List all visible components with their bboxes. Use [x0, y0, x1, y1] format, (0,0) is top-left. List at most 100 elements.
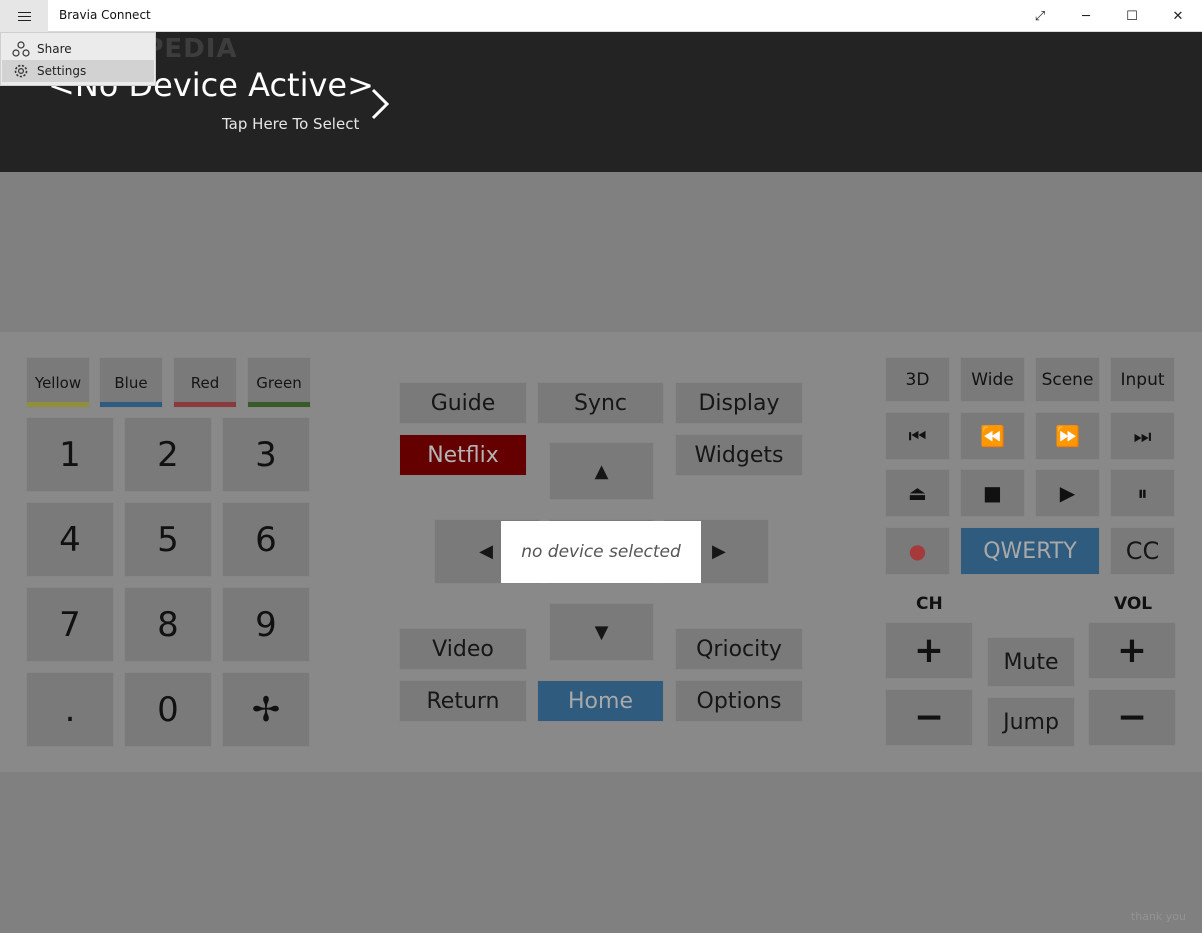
- footer-thanks: thank you: [1130, 910, 1186, 923]
- blue-button[interactable]: Blue: [99, 357, 163, 408]
- button-label: Display: [698, 390, 780, 416]
- digit-5-button[interactable]: 5: [124, 502, 212, 577]
- button-label: 5: [157, 519, 179, 560]
- color-strip: [100, 402, 162, 407]
- fullscreen-button[interactable]: ⤢: [1017, 0, 1063, 32]
- color-strip: [174, 402, 236, 407]
- digit-3-button[interactable]: 3: [222, 417, 310, 492]
- dot-button[interactable]: .: [26, 672, 114, 747]
- button-label: Wide: [971, 369, 1014, 390]
- device-select-hint[interactable]: Tap Here To Select: [222, 115, 359, 133]
- minimize-button[interactable]: ─: [1063, 0, 1109, 32]
- down-button[interactable]: ▼: [549, 603, 654, 661]
- digit-8-button[interactable]: 8: [124, 587, 212, 662]
- close-button[interactable]: ✕: [1155, 0, 1201, 32]
- record-icon: ●: [908, 539, 927, 563]
- green-button[interactable]: Green: [247, 357, 311, 408]
- scene-button[interactable]: Scene: [1035, 357, 1100, 402]
- close-icon: ✕: [1172, 8, 1184, 24]
- fast-forward-button[interactable]: ⏩: [1035, 412, 1100, 460]
- red-button[interactable]: Red: [173, 357, 237, 408]
- volume-down-button[interactable]: −: [1088, 689, 1176, 746]
- button-label: Blue: [114, 373, 148, 392]
- button-label: 3D: [905, 369, 930, 390]
- minimize-icon: ─: [1082, 8, 1090, 24]
- home-button[interactable]: Home: [537, 680, 664, 722]
- button-label: Scene: [1041, 369, 1094, 390]
- color-strip: [27, 402, 89, 407]
- button-label: CC: [1125, 537, 1160, 565]
- button-label: 1: [59, 434, 81, 475]
- button-label: Widgets: [694, 442, 784, 468]
- volume-label: VOL: [1114, 594, 1153, 614]
- channel-label: CH: [916, 594, 943, 614]
- yellow-button[interactable]: Yellow: [26, 357, 90, 408]
- button-label: QWERTY: [983, 538, 1077, 564]
- digit-4-button[interactable]: 4: [26, 502, 114, 577]
- skip-back-button[interactable]: ⏮: [885, 412, 950, 460]
- widgets-button[interactable]: Widgets: [675, 434, 803, 476]
- skip-forward-icon: ⏭: [1133, 424, 1152, 448]
- channel-up-button[interactable]: +: [885, 622, 973, 679]
- device-header[interactable]: SOFTPEDIA <No Device Active> Tap Here To…: [0, 32, 1202, 172]
- move-icon: ✢: [251, 689, 281, 730]
- menu-item-share[interactable]: Share: [2, 38, 154, 60]
- jump-button[interactable]: Jump: [987, 697, 1075, 747]
- digit-9-button[interactable]: 9: [222, 587, 310, 662]
- display-button[interactable]: Display: [675, 382, 803, 424]
- button-label: Return: [426, 688, 500, 714]
- button-label: Green: [256, 373, 302, 392]
- volume-up-button[interactable]: +: [1088, 622, 1176, 679]
- digit-1-button[interactable]: 1: [26, 417, 114, 492]
- netflix-button[interactable]: Netflix: [399, 434, 527, 476]
- button-label: Input: [1120, 369, 1165, 390]
- eject-button[interactable]: ⏏: [885, 469, 950, 517]
- arrow-right-icon: ▶: [712, 541, 726, 562]
- digit-7-button[interactable]: 7: [26, 587, 114, 662]
- menu-item-label: Share: [37, 42, 72, 56]
- maximize-icon: ☐: [1126, 8, 1138, 24]
- stop-icon: ■: [983, 481, 1002, 505]
- qriocity-button[interactable]: Qriocity: [675, 628, 803, 670]
- sync-button[interactable]: Sync: [537, 382, 664, 424]
- digit-6-button[interactable]: 6: [222, 502, 310, 577]
- button-label: 9: [255, 604, 277, 645]
- up-button[interactable]: ▲: [549, 442, 654, 500]
- channel-down-button[interactable]: −: [885, 689, 973, 746]
- button-label: 3: [255, 434, 277, 475]
- skip-forward-button[interactable]: ⏭: [1110, 412, 1175, 460]
- chevron-right-icon[interactable]: [370, 87, 390, 121]
- qwerty-button[interactable]: QWERTY: [960, 527, 1100, 575]
- play-button[interactable]: ▶: [1035, 469, 1100, 517]
- digit-2-button[interactable]: 2: [124, 417, 212, 492]
- guide-button[interactable]: Guide: [399, 382, 527, 424]
- app-title: Bravia Connect: [59, 8, 151, 22]
- button-label: Jump: [1003, 709, 1059, 735]
- move-button[interactable]: ✢: [222, 672, 310, 747]
- return-button[interactable]: Return: [399, 680, 527, 722]
- hamburger-menu-button[interactable]: [0, 0, 48, 32]
- button-label: Options: [696, 688, 782, 714]
- input-button[interactable]: Input: [1110, 357, 1175, 402]
- video-button[interactable]: Video: [399, 628, 527, 670]
- arrow-left-icon: ◀: [479, 541, 493, 562]
- gear-icon: [14, 64, 28, 78]
- record-button[interactable]: ●: [885, 527, 950, 575]
- mute-button[interactable]: Mute: [987, 637, 1075, 687]
- pause-button[interactable]: ⏸: [1110, 469, 1175, 517]
- arrow-up-icon: ▲: [594, 460, 609, 482]
- 3d-button[interactable]: 3D: [885, 357, 950, 402]
- eject-icon: ⏏: [908, 481, 927, 505]
- digit-0-button[interactable]: 0: [124, 672, 212, 747]
- maximize-button[interactable]: ☐: [1109, 0, 1155, 32]
- button-label: Home: [568, 688, 633, 714]
- minus-icon: −: [1116, 697, 1148, 738]
- button-label: Video: [432, 636, 494, 662]
- stop-button[interactable]: ■: [960, 469, 1025, 517]
- wide-button[interactable]: Wide: [960, 357, 1025, 402]
- options-button[interactable]: Options: [675, 680, 803, 722]
- closed-caption-button[interactable]: CC: [1110, 527, 1175, 575]
- rewind-button[interactable]: ⏪: [960, 412, 1025, 460]
- button-label: Guide: [430, 390, 496, 416]
- menu-item-settings[interactable]: Settings: [2, 60, 154, 82]
